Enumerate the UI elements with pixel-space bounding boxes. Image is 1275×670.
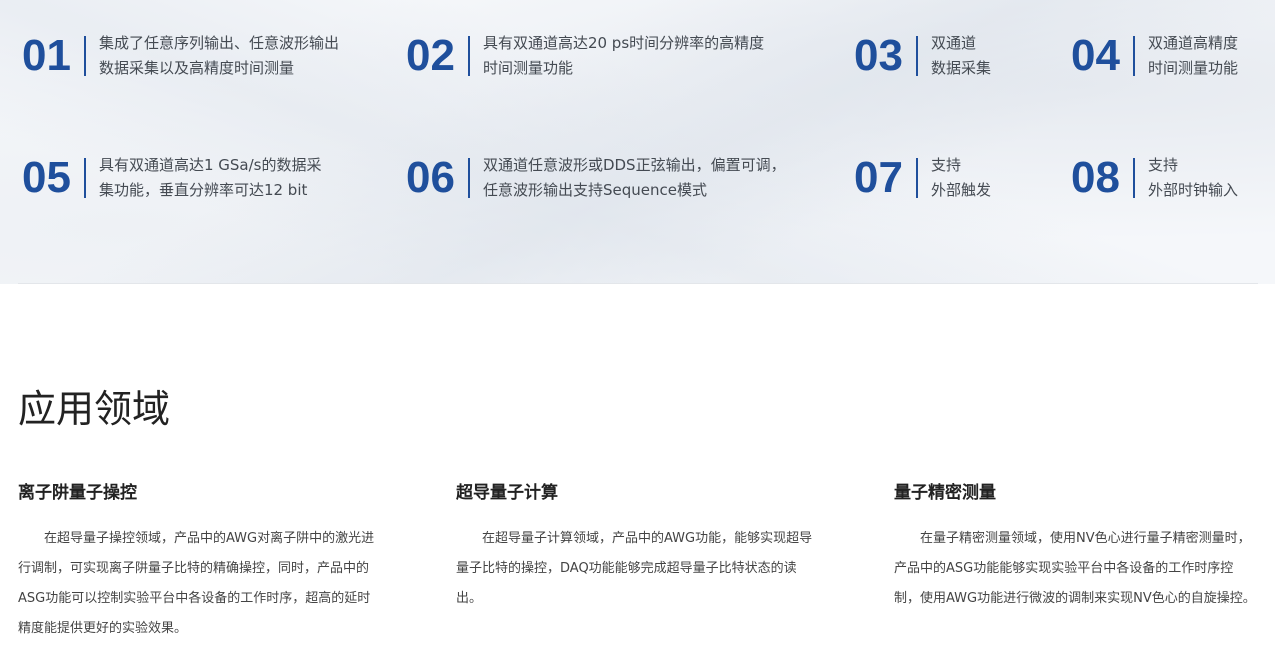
page: 01 集成了任意序列输出、任意波形输出 数据采集以及高精度时间测量 02 具有双… (0, 0, 1275, 670)
feature-description: 支持 外部触发 (931, 153, 991, 203)
feature-divider (1132, 158, 1135, 198)
feature-line: 数据采集 (930, 59, 991, 77)
feature-line: 时间测量功能 (1147, 59, 1238, 77)
feature-divider (83, 36, 86, 76)
feature-description: 具有双通道高达20 ps时间分辨率的高精度 时间测量功能 (483, 31, 764, 81)
feature-line: 具有双通道高达1 GSa/s的数据采 (98, 156, 322, 174)
feature-line: 外部触发 (930, 181, 991, 199)
feature-divider (915, 36, 918, 76)
feature-divider (83, 158, 86, 198)
feature-number: 01 (22, 31, 71, 80)
feature-line: 双通道高精度 (1147, 34, 1238, 52)
application-body: 在量子精密测量领域，使用NV色心进行量子精密测量时，产品中的ASG功能能够实现实… (894, 531, 1256, 606)
application-heading: 离子阱量子操控 (18, 483, 137, 503)
feature-04: 04 双通道高精度 时间测量功能 (1071, 33, 1238, 79)
feature-03: 03 双通道 数据采集 (854, 33, 991, 79)
feature-number: 08 (1071, 153, 1120, 202)
feature-line: 时间测量功能 (482, 59, 573, 77)
feature-05: 05 具有双通道高达1 GSa/s的数据采 集功能，垂直分辨率可达12 bit (22, 155, 321, 201)
feature-line: 外部时钟输入 (1147, 181, 1238, 199)
feature-description: 双通道 数据采集 (931, 31, 991, 81)
application-superconducting: 超导量子计算 在超导量子计算领域，产品中的AWG功能，能够实现超导量子比特的操控… (456, 480, 821, 614)
feature-line: 双通道 (930, 34, 976, 52)
application-body: 在超导量子操控领域，产品中的AWG对离子阱中的激光进行调制，可实现离子阱量子比特… (18, 531, 375, 636)
application-ion-trap: 离子阱量子操控 在超导量子操控领域，产品中的AWG对离子阱中的激光进行调制，可实… (18, 480, 383, 644)
feature-line: 具有双通道高达20 ps时间分辨率的高精度 (482, 34, 765, 52)
feature-01: 01 集成了任意序列输出、任意波形输出 数据采集以及高精度时间测量 (22, 33, 339, 79)
feature-line: 任意波形输出支持Sequence模式 (482, 181, 707, 199)
application-heading: 量子精密测量 (894, 483, 996, 503)
feature-number: 06 (406, 153, 455, 202)
feature-07: 07 支持 外部触发 (854, 155, 991, 201)
feature-description: 具有双通道高达1 GSa/s的数据采 集功能，垂直分辨率可达12 bit (99, 153, 322, 203)
feature-number: 05 (22, 153, 71, 202)
feature-description: 双通道高精度 时间测量功能 (1148, 31, 1238, 81)
feature-line: 支持 (930, 156, 961, 174)
feature-line: 集成了任意序列输出、任意波形输出 (98, 34, 339, 52)
feature-line: 双通道任意波形或DDS正弦输出，偏置可调， (482, 156, 786, 174)
section-divider (18, 283, 1258, 284)
feature-number: 04 (1071, 31, 1120, 80)
feature-number: 03 (854, 31, 903, 80)
feature-divider (467, 36, 470, 76)
feature-description: 支持 外部时钟输入 (1148, 153, 1238, 203)
feature-divider (467, 158, 470, 198)
feature-line: 数据采集以及高精度时间测量 (98, 59, 294, 77)
feature-08: 08 支持 外部时钟输入 (1071, 155, 1238, 201)
feature-description: 集成了任意序列输出、任意波形输出 数据采集以及高精度时间测量 (99, 31, 339, 81)
feature-description: 双通道任意波形或DDS正弦输出，偏置可调， 任意波形输出支持Sequence模式 (483, 153, 786, 203)
application-heading: 超导量子计算 (456, 483, 558, 503)
application-precision-measurement: 量子精密测量 在量子精密测量领域，使用NV色心进行量子精密测量时，产品中的ASG… (894, 480, 1259, 614)
applications-title: 应用领域 (18, 387, 171, 431)
feature-number: 07 (854, 153, 903, 202)
feature-number: 02 (406, 31, 455, 80)
application-body: 在超导量子计算领域，产品中的AWG功能，能够实现超导量子比特的操控，DAQ功能能… (456, 531, 813, 606)
feature-02: 02 具有双通道高达20 ps时间分辨率的高精度 时间测量功能 (406, 33, 764, 79)
feature-divider (1132, 36, 1135, 76)
feature-line: 支持 (1147, 156, 1178, 174)
feature-06: 06 双通道任意波形或DDS正弦输出，偏置可调， 任意波形输出支持Sequenc… (406, 155, 786, 201)
feature-divider (915, 158, 918, 198)
feature-line: 集功能，垂直分辨率可达12 bit (98, 181, 308, 199)
